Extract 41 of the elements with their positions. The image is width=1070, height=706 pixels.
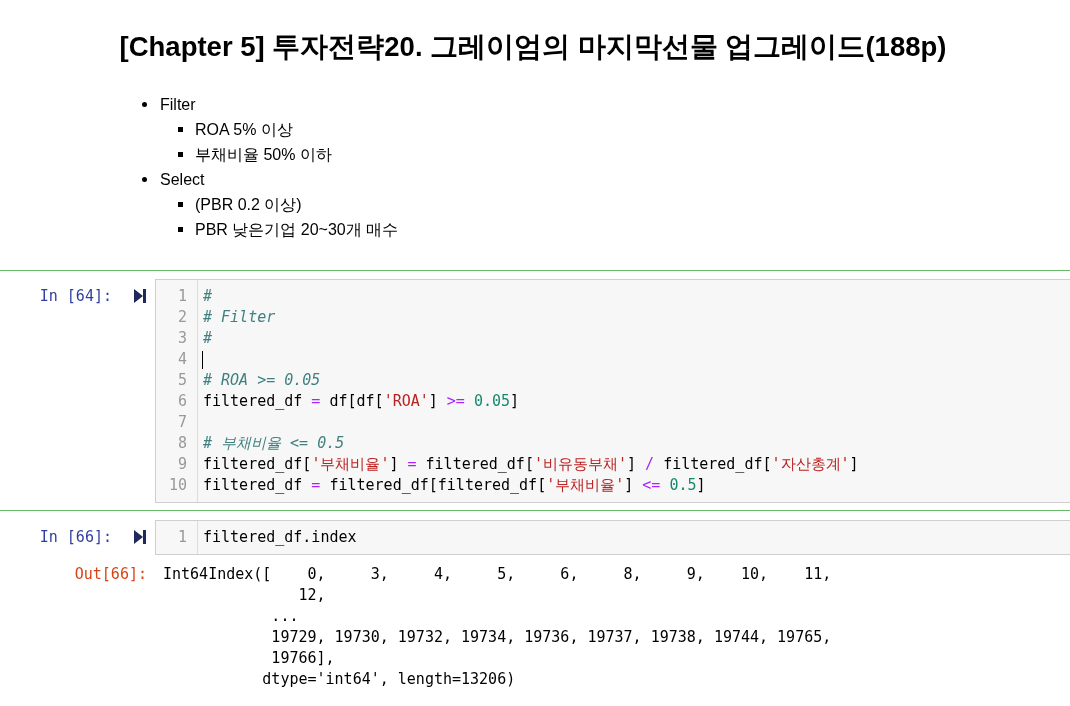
notebook-title: [Chapter 5] 투자전략20. 그레이엄의 마지막선물 업그레이드(188p) bbox=[118, 31, 948, 63]
square-bullet-icon bbox=[178, 152, 183, 157]
line-number: 8 bbox=[177, 434, 187, 452]
list-item-text: PBR 낮은기업 20~30개 매수 bbox=[195, 219, 399, 240]
code-line: filtered_df = df[df['ROA'] >= 0.05] bbox=[203, 391, 520, 412]
code-editor[interactable] bbox=[155, 279, 1070, 503]
square-bullet-icon bbox=[178, 227, 183, 232]
code-line: # Filter bbox=[203, 307, 276, 328]
output-text: Int64Index([ 0, 3, 4, 5, 6, 8, 9, 10, 11, 12, ... 19729, 19730, 19732, 19734, 19736, 19737, 19738, 19744, 19765, 19766], dtype='int64', length=13206) bbox=[163, 564, 832, 690]
line-number: 9 bbox=[177, 455, 187, 473]
code-line: # 부채비율 <= 0.5 bbox=[203, 433, 345, 454]
output-prompt: Out[66]: bbox=[74, 564, 147, 585]
code-line: # bbox=[203, 328, 213, 349]
code-line: filtered_df.index bbox=[203, 527, 357, 548]
input-prompt: In [64]: bbox=[39, 286, 112, 307]
code-editor[interactable]: 1 filtered_df.index bbox=[155, 520, 1070, 555]
line-number: 5 bbox=[177, 371, 187, 389]
play-icon[interactable] bbox=[134, 289, 146, 303]
line-number: 3 bbox=[177, 329, 187, 347]
play-icon[interactable] bbox=[134, 530, 146, 544]
line-number: 10 bbox=[168, 476, 187, 494]
line-number: 1 bbox=[177, 287, 187, 305]
code-line: # ROA >= 0.05 bbox=[203, 370, 321, 391]
list-item-text: (PBR 0.2 이상) bbox=[195, 194, 302, 215]
list-item-text: 부채비율 50% 이하 bbox=[195, 144, 332, 165]
list-item-text: ROA 5% 이상 bbox=[195, 119, 293, 140]
code-line: filtered_df = filtered_df[filtered_df['부채비율'] <= 0.5] bbox=[203, 475, 706, 496]
code-line: filtered_df['부채비율'] = filtered_df['비유동부채'] / filtered_df['자산총계'] bbox=[203, 454, 859, 475]
code-line: # bbox=[203, 286, 213, 307]
list-item-text: Select bbox=[160, 169, 205, 190]
line-number: 1 bbox=[177, 528, 187, 546]
list-item-text: Filter bbox=[160, 94, 196, 115]
line-number: 2 bbox=[177, 308, 187, 326]
bullet-icon bbox=[142, 102, 147, 107]
bullet-icon bbox=[142, 177, 147, 182]
input-prompt: In [66]: bbox=[39, 527, 112, 548]
line-number: 7 bbox=[177, 413, 187, 431]
square-bullet-icon bbox=[178, 127, 183, 132]
square-bullet-icon bbox=[178, 202, 183, 207]
line-number: 6 bbox=[177, 392, 187, 410]
line-number: 4 bbox=[177, 350, 187, 368]
